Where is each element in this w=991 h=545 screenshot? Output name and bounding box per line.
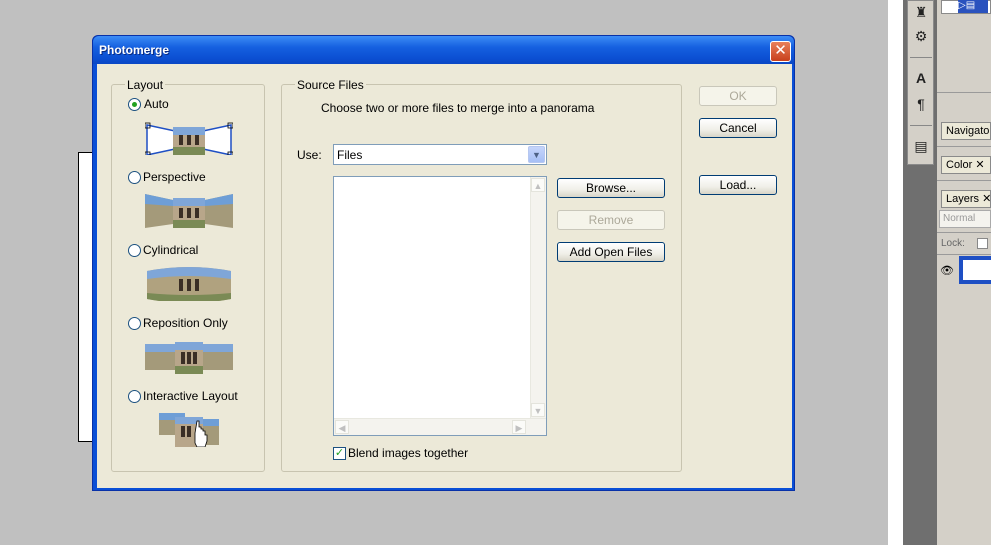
dialog-title: Photomerge (99, 43, 170, 57)
panel-dock: ▷▤ Navigator Color ✕ Layers ✕ Normal Loc… (937, 0, 991, 545)
tab-layers[interactable]: Layers ✕ (941, 190, 991, 208)
source-files-legend: Source Files (295, 78, 366, 92)
scroll-down-icon[interactable]: ▼ (531, 403, 545, 417)
browse-button[interactable]: Browse... (557, 178, 665, 198)
paragraph-icon[interactable]: ¶ (910, 93, 932, 115)
close-icon: ✕ (774, 42, 787, 59)
ok-button[interactable]: OK (699, 86, 777, 106)
cancel-button[interactable]: Cancel (699, 118, 777, 138)
remove-button[interactable]: Remove (557, 210, 665, 230)
tool-palette: ♜ ⚙ A ¶ ▤ (907, 0, 934, 165)
radio-auto-label[interactable]: Auto (144, 97, 169, 111)
notes-tool-icon[interactable]: ▤ (910, 135, 932, 157)
reposition-layout-preview (145, 342, 233, 374)
source-file-list[interactable]: ▲ ▼ ◀ ▶ (333, 176, 547, 436)
radio-cylindrical[interactable] (128, 244, 141, 257)
radio-perspective[interactable] (128, 171, 141, 184)
radio-auto[interactable] (128, 98, 141, 111)
radio-interactive-layout-label[interactable]: Interactive Layout (143, 389, 238, 403)
stamp-tool-icon[interactable]: ♜ (910, 1, 932, 23)
scroll-up-icon[interactable]: ▲ (531, 178, 545, 192)
title-bar[interactable]: Photomerge ✕ (93, 36, 794, 64)
layer-mode-icon: ▷▤ (958, 0, 988, 13)
scroll-right-icon[interactable]: ▶ (512, 420, 526, 434)
add-open-files-button[interactable]: Add Open Files (557, 242, 665, 262)
tab-color-label: Color (946, 159, 973, 171)
blend-mode-select[interactable]: Normal (939, 210, 991, 228)
canvas-scroll-strip (888, 0, 903, 545)
vertical-scrollbar[interactable]: ▲ ▼ (530, 177, 546, 418)
dialog-body: Layout Auto Perspective Cylindrical Repo… (97, 64, 792, 488)
panel-header-strip: ▷▤ (941, 0, 991, 14)
clone-source-icon[interactable]: ⚙ (910, 25, 932, 47)
use-label: Use: (297, 148, 322, 162)
photomerge-dialog: Photomerge ✕ Layout Auto Perspective Cyl… (92, 35, 795, 491)
radio-cylindrical-label[interactable]: Cylindrical (143, 243, 198, 257)
lock-transparency-icon[interactable] (977, 238, 988, 249)
load-button[interactable]: Load... (699, 175, 777, 195)
tab-color[interactable]: Color ✕ (941, 156, 991, 174)
cylindrical-layout-preview (147, 267, 231, 301)
lock-label: Lock: (941, 238, 965, 249)
radio-perspective-label[interactable]: Perspective (143, 170, 206, 184)
layer-thumbnail (963, 260, 991, 280)
radio-reposition-only-label[interactable]: Reposition Only (143, 316, 228, 330)
interactive-layout-preview (159, 413, 219, 447)
perspective-layout-preview (145, 194, 233, 228)
use-select[interactable]: Files ▼ (333, 144, 547, 165)
tab-layers-label: Layers (946, 193, 980, 205)
scroll-left-icon[interactable]: ◀ (335, 420, 349, 434)
horizontal-scrollbar[interactable]: ◀ ▶ (334, 418, 546, 435)
layout-legend: Layout (125, 78, 166, 92)
use-select-value: Files (337, 148, 363, 162)
radio-interactive-layout[interactable] (128, 390, 141, 403)
visibility-eye-icon[interactable]: 👁 (940, 264, 954, 277)
blend-images-checkbox[interactable]: ✓ (333, 447, 346, 460)
close-button[interactable]: ✕ (770, 41, 791, 62)
auto-layout-preview (145, 122, 233, 155)
chevron-down-icon[interactable]: ▼ (528, 146, 545, 163)
layer-row-selected[interactable] (959, 256, 991, 284)
radio-reposition-only[interactable] (128, 317, 141, 330)
instruction-text: Choose two or more files to merge into a… (321, 101, 595, 115)
blend-images-label[interactable]: Blend images together (348, 446, 468, 460)
character-tool-icon[interactable]: A (910, 67, 932, 89)
tab-navigator[interactable]: Navigator (941, 122, 991, 140)
